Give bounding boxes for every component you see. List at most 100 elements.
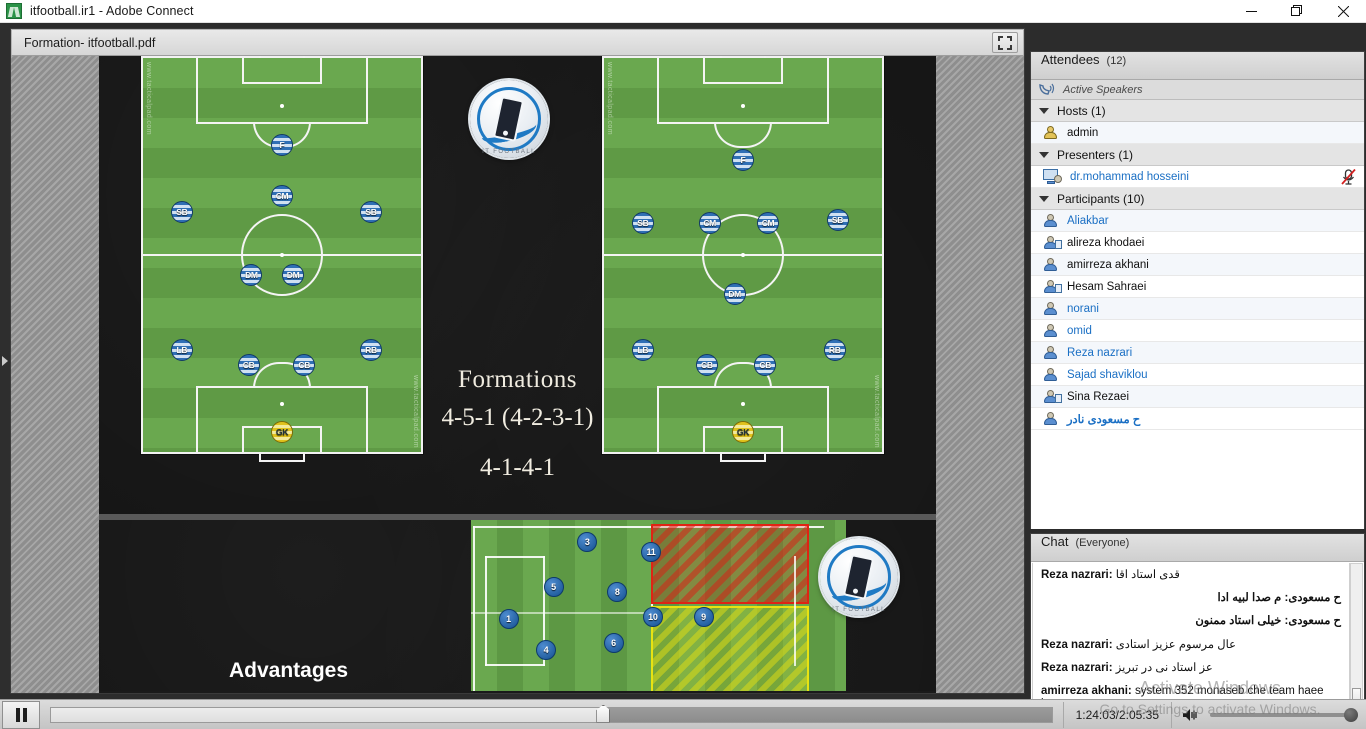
volume-slider[interactable] xyxy=(1210,707,1358,722)
restore-button[interactable] xyxy=(1274,0,1320,23)
caret-down-icon[interactable] xyxy=(1039,195,1049,202)
zone-red xyxy=(651,524,809,604)
formation-line-1: 4-5-1 (4-2-3-1) xyxy=(441,404,594,431)
caret-down-icon[interactable] xyxy=(1039,151,1049,158)
attendee-row[interactable]: Aliakbar xyxy=(1031,210,1364,232)
speaker-icon[interactable] xyxy=(1182,707,1202,723)
volume-control[interactable] xyxy=(1171,701,1366,728)
logo-brand-text: IT FOOTBALL xyxy=(832,606,886,613)
caret-down-icon[interactable] xyxy=(1039,107,1049,114)
attendee-group-header[interactable]: Participants (10) xyxy=(1031,188,1364,210)
goal-bottom xyxy=(259,452,305,462)
attendee-name: Sajad shaviklou xyxy=(1067,368,1148,381)
minimize-button[interactable] xyxy=(1228,0,1274,23)
chat-scope: (Everyone) xyxy=(1075,537,1130,549)
chat-message: Reza nazrari: قدی استاد اقا xyxy=(1041,569,1341,582)
attendee-group-label: Hosts (1) xyxy=(1057,103,1106,118)
attendee-row[interactable]: norani xyxy=(1031,298,1364,320)
chat-scrollbar[interactable]: ≡ xyxy=(1350,563,1363,717)
penalty-spot-bottom xyxy=(280,402,284,406)
player-token-dm: DM xyxy=(723,283,746,306)
right-panel: Attendees (12) Active Speakers Hosts (1)… xyxy=(1028,51,1366,722)
attendee-group-label: Participants (10) xyxy=(1057,191,1145,206)
player-token-cm: CM xyxy=(698,212,721,235)
attendee-row[interactable]: Sajad shaviklou xyxy=(1031,364,1364,386)
person-icon xyxy=(1043,367,1058,382)
chat-message: Reza nazrari: عال مرسوم عزیز استادی xyxy=(1041,639,1341,652)
center-spot xyxy=(280,253,284,257)
presenter-screen-icon xyxy=(1043,169,1062,184)
share-pod: Formation- itfootball.pdf www.tacticalpa… xyxy=(10,28,1025,694)
attendee-row[interactable]: admin xyxy=(1031,122,1364,144)
player-token-cm: CM xyxy=(757,212,780,235)
attendees-list[interactable]: Hosts (1) admin Presenters (1) dr.mohammad … xyxy=(1031,100,1364,529)
sidebar-collapse-handle[interactable] xyxy=(0,23,10,699)
seek-elapsed xyxy=(51,707,604,722)
mic-muted-icon[interactable] xyxy=(1341,169,1356,185)
attendee-name: ح مسعودی نادر xyxy=(1067,413,1141,426)
goal-top xyxy=(720,56,766,58)
player-token-sb: SB xyxy=(826,208,849,231)
pause-bar-right xyxy=(22,707,27,722)
player-token-lb: LB xyxy=(170,338,193,361)
logo-brand-text: IT FOOTBALL xyxy=(482,148,536,155)
penalty-box-left-top xyxy=(485,556,545,558)
pitch-watermark: www.tacticalpad.com xyxy=(873,375,880,448)
penalty-spot-top xyxy=(741,104,745,108)
person-host-icon xyxy=(1043,125,1058,140)
chat-message: ح مسعودی: خیلی استاد ممنون xyxy=(1041,615,1341,628)
player-token-cb: CB xyxy=(293,354,316,377)
player-token-dm: DM xyxy=(282,263,305,286)
chat-sender: ح مسعودی: xyxy=(1281,592,1342,605)
pitch-right: www.tacticalpad.com www.tacticalpad.com … xyxy=(602,56,884,462)
seek-bar[interactable] xyxy=(50,704,1053,723)
pitch-wide: 1 3 5 4 8 6 11 10 9 xyxy=(471,520,846,691)
attendee-row[interactable]: Hesam Sahraei xyxy=(1031,276,1364,298)
player-token-5: 5 xyxy=(543,576,564,597)
attendee-row[interactable]: alireza khodaei xyxy=(1031,232,1364,254)
player-token-rb: RB xyxy=(823,338,846,361)
person-phone-icon xyxy=(1043,279,1062,294)
attendee-row[interactable]: omid xyxy=(1031,320,1364,342)
penalty-spot-bottom xyxy=(741,402,745,406)
attendees-count: (12) xyxy=(1106,55,1127,67)
canvas-hatch-right xyxy=(936,56,1024,693)
formations-caption: Formations 4-5-1 (4-2-3-1) 4-1-4-1 xyxy=(441,366,593,482)
player-token-sb: SB xyxy=(631,212,654,235)
fullscreen-icon[interactable] xyxy=(992,32,1018,53)
player-token-cb: CB xyxy=(754,354,777,377)
attendee-name: Aliakbar xyxy=(1067,214,1109,227)
attendee-row[interactable]: ح مسعودی نادر xyxy=(1031,408,1364,430)
chat-sender: Reza nazrari: xyxy=(1041,569,1116,581)
chat-messages[interactable]: Reza nazrari: قدی استاد اقا ح مسعودی: م ص… xyxy=(1032,563,1350,718)
goal-top xyxy=(259,56,305,58)
canvas-hatch-left xyxy=(11,56,99,693)
attendee-group-header[interactable]: Presenters (1) xyxy=(1031,144,1364,166)
attendee-name: omid xyxy=(1067,324,1092,337)
player-token-10: 10 xyxy=(642,607,663,628)
player-token-rb: RB xyxy=(359,338,382,361)
pause-button[interactable] xyxy=(2,700,40,729)
meeting-body: Formation- itfootball.pdf www.tacticalpa… xyxy=(0,23,1366,722)
volume-handle[interactable] xyxy=(1344,707,1358,722)
attendee-row[interactable]: amirreza akhani xyxy=(1031,254,1364,276)
attendee-row[interactable]: Reza nazrari xyxy=(1031,342,1364,364)
person-icon xyxy=(1043,213,1058,228)
penalty-arc-top xyxy=(714,122,772,148)
penalty-spot-top xyxy=(280,104,284,108)
adobe-connect-window: itfootball.ir1 - Adobe Connect Formation… xyxy=(0,0,1366,729)
close-button[interactable] xyxy=(1320,0,1366,23)
person-icon xyxy=(1043,323,1058,338)
chat-sender: Reza nazrari: xyxy=(1041,638,1116,651)
share-pod-canvas[interactable]: www.tacticalpad.com www.tacticalpad.com … xyxy=(11,56,1024,693)
active-speakers-row[interactable]: Active Speakers xyxy=(1031,80,1364,100)
window-controls xyxy=(1228,0,1366,23)
attendee-name: admin xyxy=(1067,126,1099,139)
attendee-group-header[interactable]: Hosts (1) xyxy=(1031,100,1364,122)
player-token-9: 9 xyxy=(693,607,714,628)
attendee-row[interactable]: dr.mohammad hosseini xyxy=(1031,166,1364,188)
player-token-lb: LB xyxy=(631,338,654,361)
attendee-row[interactable]: Sina Rezaei xyxy=(1031,386,1364,408)
attendee-name: dr.mohammad hosseini xyxy=(1070,170,1189,183)
penalty-box-left xyxy=(485,556,487,666)
